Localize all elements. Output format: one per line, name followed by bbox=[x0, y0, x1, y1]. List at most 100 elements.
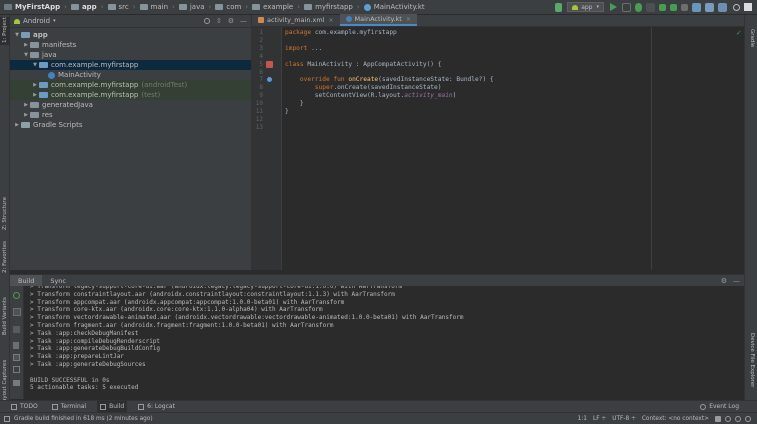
hide-icon[interactable]: — bbox=[240, 17, 247, 25]
stop-icon[interactable] bbox=[681, 3, 688, 11]
structure-tool-label[interactable]: Z: Structure bbox=[2, 197, 8, 230]
code-editor[interactable]: package com.example.myfirstapp import ...… bbox=[283, 27, 651, 270]
pin-icon[interactable] bbox=[13, 342, 19, 349]
close-icon[interactable]: × bbox=[406, 16, 411, 23]
hammer-build-icon[interactable] bbox=[555, 2, 563, 12]
scroll-end-icon[interactable] bbox=[13, 366, 20, 373]
sync-gradle-icon[interactable] bbox=[692, 2, 701, 12]
chevron-down-icon[interactable]: ▾ bbox=[53, 18, 56, 24]
apply-changes-icon[interactable] bbox=[670, 3, 677, 11]
tool-window-button[interactable]: TODO bbox=[8, 401, 41, 413]
breadcrumb-item[interactable]: com › bbox=[215, 3, 248, 11]
file-encoding[interactable]: UTF-8 ÷ bbox=[612, 416, 636, 422]
chevron-right-icon[interactable]: ▶ bbox=[22, 102, 30, 108]
gear-icon[interactable]: ⚙ bbox=[721, 277, 727, 285]
tool-window-button[interactable]: Build bbox=[97, 400, 128, 413]
tool-window-button[interactable]: 6: Logcat bbox=[135, 401, 178, 413]
gear-icon[interactable]: ⚙ bbox=[228, 17, 234, 25]
tree-item[interactable]: ▶ res bbox=[22, 110, 53, 120]
build-output[interactable]: > Transform legacy-support-core-ui.aar (… bbox=[24, 286, 744, 399]
inspection-ok-icon[interactable]: ✓ bbox=[736, 29, 742, 37]
breadcrumb-label: MyFirstApp bbox=[15, 3, 61, 11]
collapse-icon[interactable]: ⇳ bbox=[216, 17, 222, 25]
tree-item[interactable]: MainActivity bbox=[40, 70, 101, 80]
gradle-tool-label[interactable]: Gradle bbox=[749, 29, 755, 47]
filter-icon[interactable] bbox=[13, 354, 20, 361]
chevron-down-icon[interactable]: ▼ bbox=[31, 62, 39, 68]
tree-item[interactable]: ▶ com.example.myfirstapp (androidTest) bbox=[31, 80, 187, 90]
layout-captures-tool-label[interactable]: Layout Captures bbox=[2, 360, 8, 405]
hide-icon[interactable]: — bbox=[733, 277, 740, 285]
search-icon[interactable] bbox=[733, 3, 740, 11]
tree-item[interactable]: ▶ generatedJava bbox=[22, 100, 93, 110]
editor-tab[interactable]: MainActivity.kt × bbox=[339, 14, 417, 26]
notifications-icon[interactable] bbox=[745, 415, 751, 422]
tree-item[interactable]: ▼ java bbox=[22, 50, 57, 60]
rerun-icon[interactable] bbox=[13, 292, 20, 299]
breadcrumb-item[interactable]: main › bbox=[139, 3, 175, 11]
status-message[interactable]: Gradle build finished in 618 ms (2 minut… bbox=[14, 416, 153, 422]
chevron-down-icon[interactable]: ▼ bbox=[13, 32, 21, 38]
build-panel-tab[interactable]: Sync bbox=[42, 275, 74, 287]
favorites-tool-label[interactable]: 2: Favorites bbox=[2, 241, 8, 273]
chevron-right-icon[interactable]: ▶ bbox=[13, 122, 21, 128]
editor-tab[interactable]: activity_main.xml × bbox=[252, 14, 340, 26]
debug-bug-icon[interactable] bbox=[635, 2, 642, 12]
lock-icon[interactable] bbox=[715, 415, 721, 422]
avd-manager-icon[interactable] bbox=[705, 2, 714, 12]
caret-position[interactable]: 1:1 bbox=[578, 416, 587, 422]
chevron-right-icon[interactable]: ▶ bbox=[22, 112, 30, 118]
sdk-manager-icon[interactable] bbox=[718, 2, 727, 12]
memory-icon[interactable] bbox=[735, 415, 741, 422]
folder-icon bbox=[30, 102, 39, 108]
tree-item[interactable]: ▼ app bbox=[13, 30, 48, 40]
chevron-down-icon[interactable]: ▼ bbox=[22, 52, 30, 58]
code-token: setContentView(R.layout. bbox=[285, 92, 405, 100]
tree-item-label: com.example.myfirstapp bbox=[51, 91, 139, 99]
project-view-mode[interactable]: Android bbox=[23, 17, 50, 25]
code-line: import ... bbox=[285, 45, 322, 52]
breadcrumb-item[interactable]: MainActivity.kt bbox=[363, 3, 425, 11]
print-icon[interactable] bbox=[13, 380, 20, 386]
code-token: com.example.myfirstapp bbox=[314, 29, 397, 36]
chevron-right-icon[interactable]: ▶ bbox=[31, 82, 39, 88]
chevron-right-icon[interactable]: ▶ bbox=[22, 42, 30, 48]
status-window-icon[interactable] bbox=[4, 415, 10, 422]
line-number: 6 bbox=[259, 68, 263, 76]
profile-icon[interactable] bbox=[646, 2, 655, 12]
window-icon[interactable] bbox=[744, 3, 752, 11]
code-editor-overflow[interactable]: ✓ bbox=[652, 27, 744, 270]
context-indicator[interactable]: Context: <no context> bbox=[642, 416, 709, 422]
breadcrumb-label: example bbox=[263, 3, 294, 11]
code-line: class MainActivity : AppCompatActivity()… bbox=[285, 61, 441, 68]
inspector-icon[interactable] bbox=[725, 415, 731, 422]
close-icon[interactable]: × bbox=[329, 17, 334, 24]
run-gutter-icon[interactable] bbox=[266, 61, 273, 68]
run-config-select[interactable]: app ▾ bbox=[567, 2, 604, 12]
line-separator[interactable]: LF ÷ bbox=[593, 416, 606, 422]
run-icon[interactable] bbox=[610, 3, 617, 11]
debug-icon[interactable] bbox=[622, 2, 631, 12]
device-file-explorer-label[interactable]: Device File Explorer bbox=[749, 333, 755, 387]
tool-window-button[interactable]: Terminal bbox=[49, 401, 89, 413]
build-panel-tab[interactable]: Build bbox=[10, 274, 43, 287]
override-gutter-icon[interactable] bbox=[267, 77, 272, 82]
event-log-tool[interactable]: Event Log bbox=[700, 403, 739, 410]
toggle-view-icon[interactable] bbox=[13, 308, 21, 316]
tree-item[interactable]: ▶ manifests bbox=[22, 40, 76, 50]
locate-icon[interactable] bbox=[203, 18, 210, 24]
tree-item[interactable]: ▶ com.example.myfirstapp (test) bbox=[31, 90, 160, 100]
tree-item[interactable]: ▼ com.example.myfirstapp bbox=[31, 60, 138, 70]
breadcrumb-item[interactable]: java › bbox=[178, 3, 211, 11]
breadcrumb-item[interactable]: myfirstapp › bbox=[304, 3, 360, 11]
stop-icon[interactable] bbox=[13, 326, 20, 333]
attach-debugger-icon[interactable] bbox=[659, 3, 666, 11]
breadcrumb-item[interactable]: example › bbox=[252, 3, 300, 11]
chevron-right-icon[interactable]: ▶ bbox=[31, 92, 39, 98]
tree-item[interactable]: ▶ Gradle Scripts bbox=[13, 120, 82, 130]
breadcrumb-item[interactable]: MyFirstApp › bbox=[4, 3, 67, 11]
breadcrumb-label: MainActivity.kt bbox=[373, 3, 425, 11]
breadcrumb-item[interactable]: app › bbox=[70, 3, 104, 11]
build-variants-tool-label[interactable]: Build Variants bbox=[2, 297, 8, 335]
breadcrumb-item[interactable]: src › bbox=[107, 3, 136, 11]
